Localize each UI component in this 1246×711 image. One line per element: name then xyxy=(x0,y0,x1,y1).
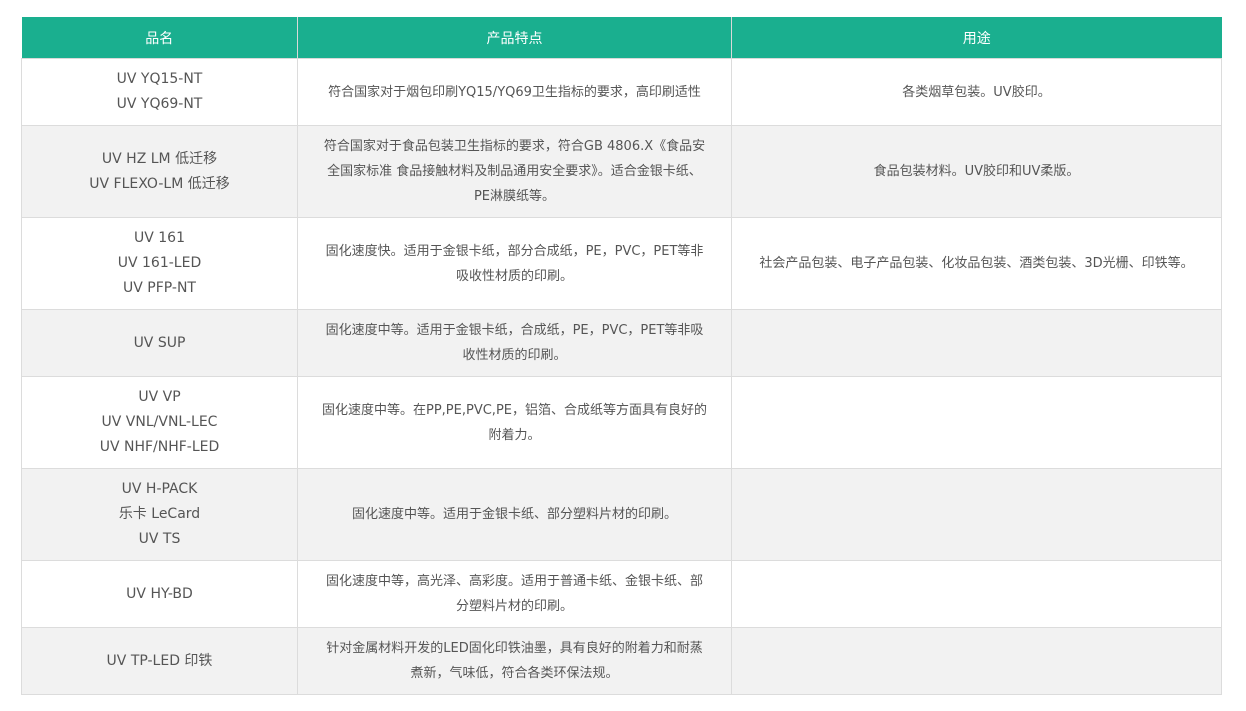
product-feature: 收性材质的印刷。 xyxy=(462,348,567,363)
header-product-name: 品名 xyxy=(21,17,298,59)
table-row: UV 161 UV 161-LED UV PFP-NT 固化速度快。适用于金银卡… xyxy=(21,217,1222,310)
product-table-wrapper: 品名 产品特点 用途 UV YQ15-NT UV YQ69-NT 符合国家对于烟… xyxy=(21,17,1222,695)
table-row: UV HY-BD 固化速度中等，高光泽、高彩度。适用于普通卡纸、金银卡纸、部 分… xyxy=(21,560,1222,628)
product-feature: PE淋膜纸等。 xyxy=(473,189,556,204)
product-use-cell xyxy=(731,468,1222,561)
product-feature: 符合国家对于烟包印刷YQ15/YQ69卫生指标的要求，高印刷适性 xyxy=(328,84,701,100)
product-feature: 固化速度快。适用于金银卡纸，部分合成纸，PE，PVC，PET等非 xyxy=(325,243,704,259)
product-name-cell: UV 161 UV 161-LED UV PFP-NT xyxy=(21,217,298,310)
product-name: UV YQ69-NT xyxy=(116,96,203,112)
product-table: 品名 产品特点 用途 UV YQ15-NT UV YQ69-NT 符合国家对于烟… xyxy=(21,17,1222,695)
product-use-cell xyxy=(731,560,1222,628)
product-name: UV PFP-NT xyxy=(123,280,196,296)
table-row: UV TP-LED 印铁 针对金属材料开发的LED固化印铁油墨，具有良好的附着力… xyxy=(21,627,1222,695)
product-name: UV VP xyxy=(138,389,181,405)
table-row: UV YQ15-NT UV YQ69-NT 符合国家对于烟包印刷YQ15/YQ6… xyxy=(21,58,1222,126)
product-name: UV VNL/VNL-LEC xyxy=(101,414,218,430)
product-name-cell: UV YQ15-NT UV YQ69-NT xyxy=(21,58,298,126)
product-name: UV HY-BD xyxy=(126,585,193,602)
product-name-cell: UV TP-LED 印铁 xyxy=(21,627,298,695)
product-name: UV SUP xyxy=(133,334,186,351)
product-name-cell: UV H-PACK 乐卡 LeCard UV TS xyxy=(21,468,298,561)
product-name: UV FLEXO-LM 低迁移 xyxy=(89,175,230,192)
product-name: UV H-PACK xyxy=(121,481,198,497)
product-feature-cell: 固化速度中等。在PP,PE,PVC,PE，铝箔、合成纸等方面具有良好的 附着力。 xyxy=(297,376,732,469)
product-feature: 煮新，气味低，符合各类环保法规。 xyxy=(410,666,619,681)
product-feature: 全国家标准 食品接触材料及制品通用安全要求》。适合金银卡纸、 xyxy=(327,164,702,179)
product-name: 乐卡 LeCard xyxy=(118,506,201,522)
product-feature-cell: 固化速度中等，高光泽、高彩度。适用于普通卡纸、金银卡纸、部 分塑料片材的印刷。 xyxy=(297,560,732,628)
product-feature: 吸收性材质的印刷。 xyxy=(455,268,573,284)
product-feature: 固化速度中等。适用于金银卡纸、部分塑料片材的印刷。 xyxy=(351,507,677,522)
product-name: UV 161 xyxy=(134,230,185,246)
product-feature-cell: 针对金属材料开发的LED固化印铁油墨，具有良好的附着力和耐蒸 煮新，气味低，符合… xyxy=(297,627,732,695)
product-use-cell xyxy=(731,627,1222,695)
product-name: UV TP-LED 印铁 xyxy=(106,652,213,669)
product-use-cell: 各类烟草包装。UV胶印。 xyxy=(731,58,1222,126)
product-feature-cell: 符合国家对于烟包印刷YQ15/YQ69卫生指标的要求，高印刷适性 xyxy=(297,58,732,126)
table-row: UV H-PACK 乐卡 LeCard UV TS 固化速度中等。适用于金银卡纸… xyxy=(21,468,1222,561)
product-use-cell: 食品包装材料。UV胶印和UV柔版。 xyxy=(731,125,1222,218)
product-feature-cell: 固化速度中等。适用于金银卡纸、部分塑料片材的印刷。 xyxy=(297,468,732,561)
product-feature-cell: 固化速度快。适用于金银卡纸，部分合成纸，PE，PVC，PET等非 吸收性材质的印… xyxy=(297,217,732,310)
product-feature: 分塑料片材的印刷。 xyxy=(455,599,573,614)
product-name: UV HZ LM 低迁移 xyxy=(101,150,218,167)
product-feature: 符合国家对于食品包装卫生指标的要求，符合GB 4806.X《食品安 xyxy=(323,139,706,154)
header-usage: 用途 xyxy=(731,17,1222,59)
product-name-cell: UV HZ LM 低迁移 UV FLEXO-LM 低迁移 xyxy=(21,125,298,218)
product-name-cell: UV SUP xyxy=(21,309,298,377)
product-name: UV NHF/NHF-LED xyxy=(99,439,220,455)
product-feature: 固化速度中等，高光泽、高彩度。适用于普通卡纸、金银卡纸、部 xyxy=(325,574,703,589)
product-name: UV 161-LED xyxy=(117,255,202,271)
product-name: UV TS xyxy=(138,531,181,547)
product-use-cell: 社会产品包装、电子产品包装、化妆品包装、酒类包装、3D光栅、印铁等。 xyxy=(731,217,1222,310)
product-name-cell: UV HY-BD xyxy=(21,560,298,628)
header-product-features: 产品特点 xyxy=(297,17,732,59)
product-name: UV YQ15-NT xyxy=(116,71,203,87)
product-feature-cell: 固化速度中等。适用于金银卡纸，合成纸，PE，PVC，PET等非吸 收性材质的印刷… xyxy=(297,309,732,377)
product-feature: 固化速度中等。适用于金银卡纸，合成纸，PE，PVC，PET等非吸 xyxy=(325,323,704,338)
table-row: UV HZ LM 低迁移 UV FLEXO-LM 低迁移 符合国家对于食品包装卫… xyxy=(21,125,1222,218)
product-feature-cell: 符合国家对于食品包装卫生指标的要求，符合GB 4806.X《食品安 全国家标准 … xyxy=(297,125,732,218)
product-use-cell xyxy=(731,309,1222,377)
table-row: UV VP UV VNL/VNL-LEC UV NHF/NHF-LED 固化速度… xyxy=(21,376,1222,469)
table-header-row: 品名 产品特点 用途 xyxy=(21,17,1222,59)
product-feature: 附着力。 xyxy=(488,427,541,443)
table-row: UV SUP 固化速度中等。适用于金银卡纸，合成纸，PE，PVC，PET等非吸 … xyxy=(21,309,1222,377)
product-name-cell: UV VP UV VNL/VNL-LEC UV NHF/NHF-LED xyxy=(21,376,298,469)
product-feature: 针对金属材料开发的LED固化印铁油墨，具有良好的附着力和耐蒸 xyxy=(326,641,703,656)
product-feature: 固化速度中等。在PP,PE,PVC,PE，铝箔、合成纸等方面具有良好的 xyxy=(322,402,707,418)
product-use-cell xyxy=(731,376,1222,469)
